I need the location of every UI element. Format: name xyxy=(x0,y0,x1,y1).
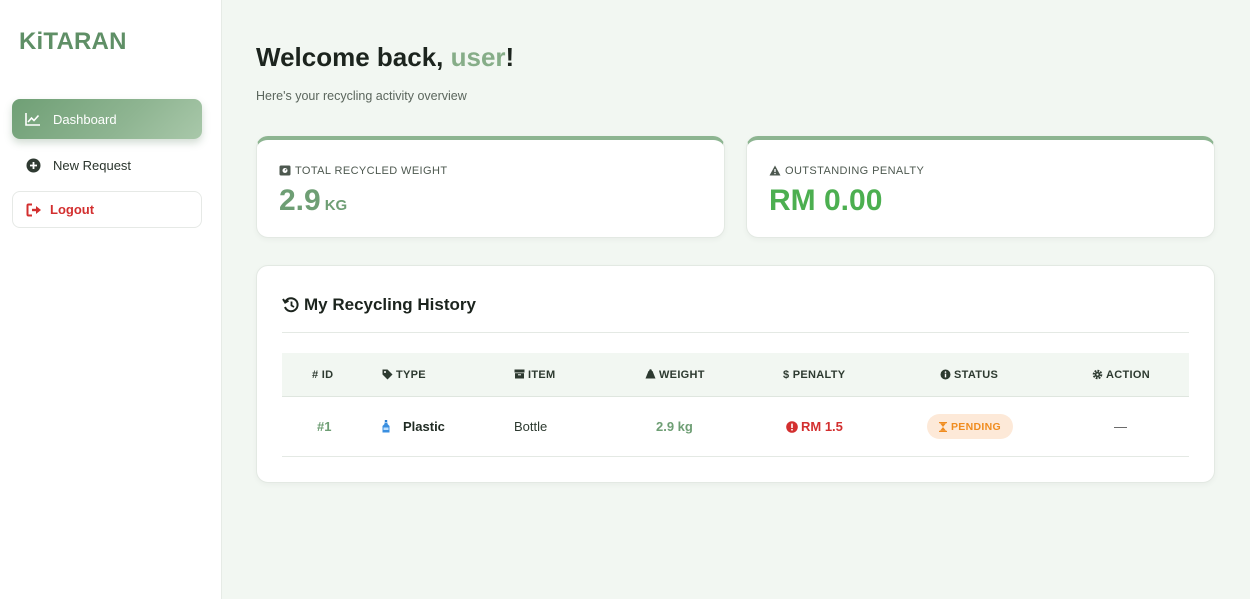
plus-circle-icon xyxy=(25,157,41,173)
welcome-suffix: ! xyxy=(505,42,515,72)
row-penalty-value: RM 1.5 xyxy=(801,419,843,434)
bottle-icon xyxy=(382,419,394,434)
column-action: ACTION xyxy=(1092,353,1150,396)
row-item: Bottle xyxy=(514,419,548,434)
column-label: TYPE xyxy=(396,368,426,381)
stat-label-text: TOTAL RECYCLED WEIGHT xyxy=(295,165,448,177)
row-penalty: RM 1.5 xyxy=(786,397,843,456)
column-label: STATUS xyxy=(954,368,999,381)
row-action: — xyxy=(1114,419,1127,434)
row-type-label: Plastic xyxy=(403,419,445,434)
chart-line-icon xyxy=(25,111,41,127)
history-card: My Recycling History # ID TYPE ITEM WEIG… xyxy=(256,265,1215,483)
stat-label: TOTAL RECYCLED WEIGHT xyxy=(279,165,447,177)
alert-circle-icon xyxy=(786,420,798,433)
column-item: ITEM xyxy=(514,353,555,396)
column-id: # ID xyxy=(312,353,333,396)
table-header: # ID TYPE ITEM WEIGHT $ PENALTY STATUS A… xyxy=(282,353,1189,397)
info-icon xyxy=(940,369,951,380)
column-label: # ID xyxy=(312,368,334,381)
weight-icon xyxy=(645,369,656,380)
stat-label-text: OUTSTANDING PENALTY xyxy=(785,165,925,177)
status-text: PENDING xyxy=(951,420,1001,433)
column-label: ITEM xyxy=(528,368,556,381)
column-label: WEIGHT xyxy=(659,368,705,381)
stat-value: 2.9 KG xyxy=(279,184,347,218)
column-label: $ PENALTY xyxy=(783,368,846,381)
logout-icon xyxy=(26,202,42,218)
welcome-text: Welcome back, xyxy=(256,42,451,72)
brand-logo: KiTARAN xyxy=(19,28,127,55)
hourglass-icon xyxy=(939,421,947,432)
row-status: PENDING xyxy=(927,397,1013,456)
weight-unit: KG xyxy=(324,197,348,214)
penalty-value: RM 0.00 xyxy=(769,184,883,217)
history-title-text: My Recycling History xyxy=(304,295,476,314)
table-row: #1 Plastic Bottle 2.9 kg RM 1.5 PENDING … xyxy=(282,397,1189,457)
row-weight: 2.9 kg xyxy=(656,419,693,434)
logout-button[interactable]: Logout xyxy=(12,191,202,228)
column-weight: WEIGHT xyxy=(645,353,705,396)
sidebar-item-label: Logout xyxy=(50,202,95,217)
warning-icon xyxy=(769,165,781,177)
main-content: Welcome back, user! Here's your recyclin… xyxy=(222,8,1250,599)
column-status: STATUS xyxy=(940,353,998,396)
history-title: My Recycling History xyxy=(282,295,476,315)
penalty-card: OUTSTANDING PENALTY RM 0.00 xyxy=(746,136,1215,238)
column-label: ACTION xyxy=(1106,368,1150,381)
divider xyxy=(282,332,1189,333)
sidebar: KiTARAN Dashboard New Request Logout xyxy=(0,0,222,599)
sidebar-item-label: Dashboard xyxy=(53,111,117,127)
stat-label: OUTSTANDING PENALTY xyxy=(769,165,924,177)
gear-icon xyxy=(1092,369,1103,380)
column-penalty: $ PENALTY xyxy=(783,353,845,396)
box-icon xyxy=(514,369,525,380)
sidebar-item-new-request[interactable]: New Request xyxy=(12,146,202,184)
page-title: Welcome back, user! xyxy=(256,42,514,73)
page-subtitle: Here's your recycling activity overview xyxy=(256,89,467,103)
row-id: #1 xyxy=(317,419,332,434)
history-icon xyxy=(282,296,300,314)
column-type: TYPE xyxy=(382,353,426,396)
username: user xyxy=(450,42,506,72)
status-badge: PENDING xyxy=(927,414,1013,439)
row-type: Plastic xyxy=(382,397,445,456)
total-weight-card: TOTAL RECYCLED WEIGHT 2.9 KG xyxy=(256,136,725,238)
tag-icon xyxy=(382,369,393,380)
scale-icon xyxy=(279,165,291,177)
sidebar-item-dashboard[interactable]: Dashboard xyxy=(12,99,202,139)
weight-value: 2.9 xyxy=(279,184,321,217)
sidebar-item-label: New Request xyxy=(53,157,132,173)
